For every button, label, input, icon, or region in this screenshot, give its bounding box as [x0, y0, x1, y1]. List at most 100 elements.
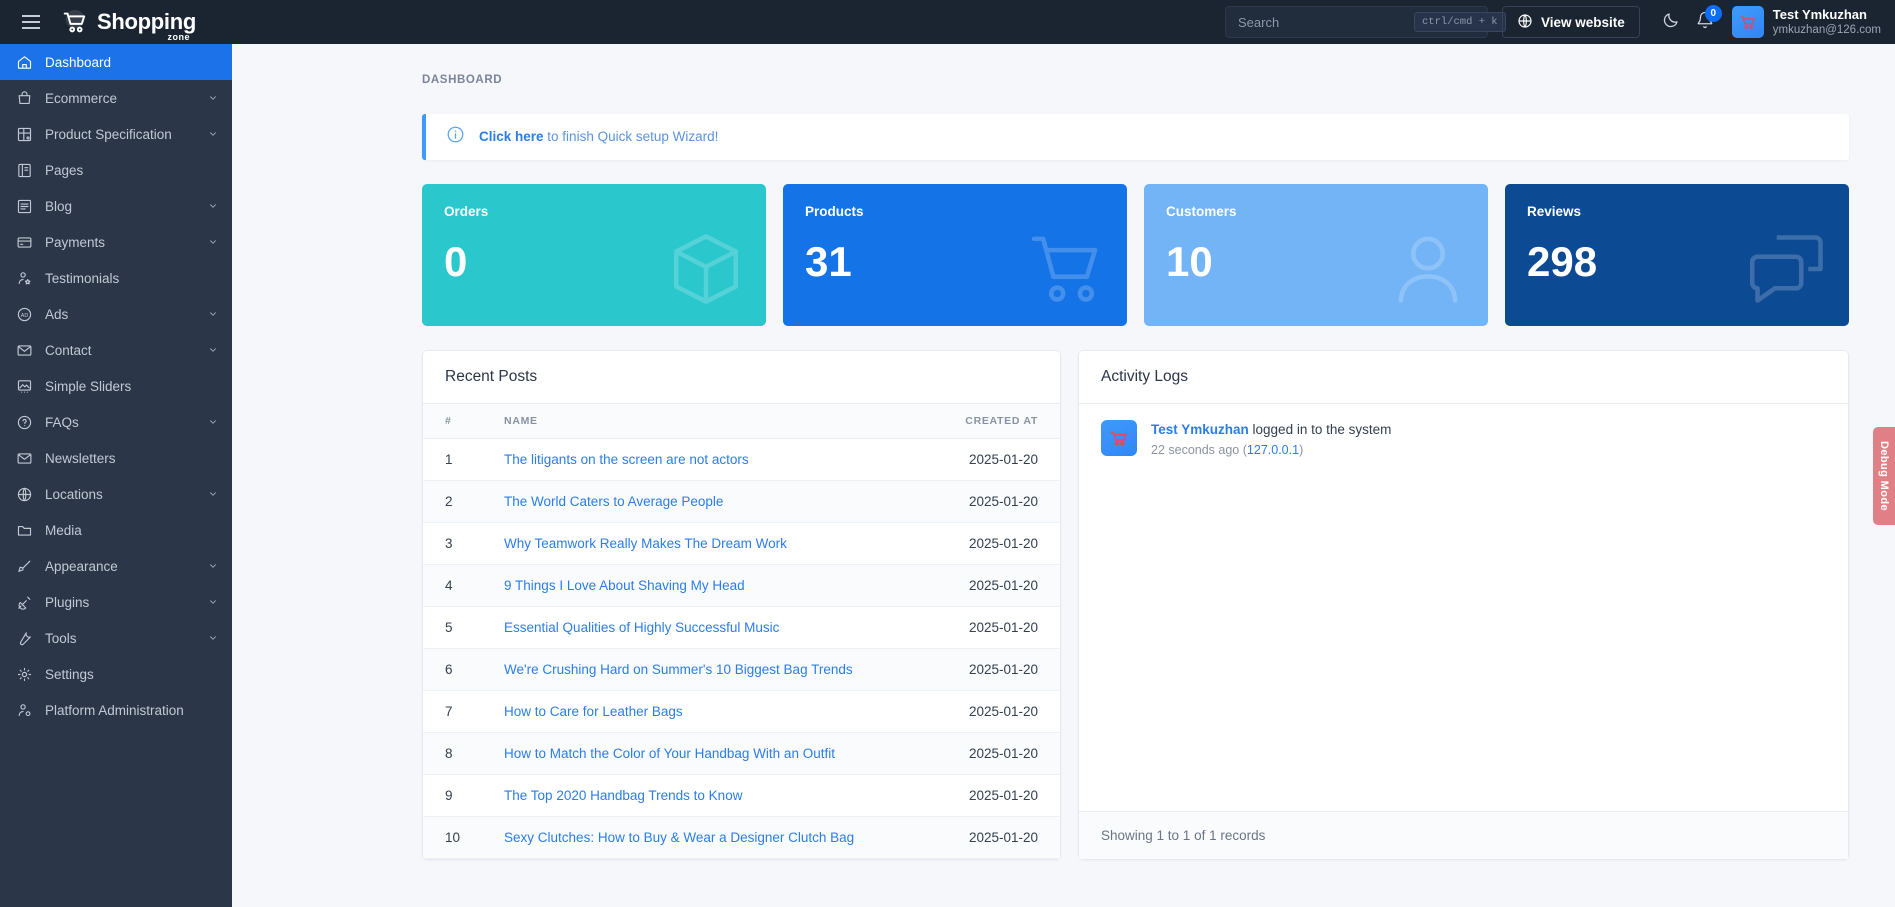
table-row: 1 The litigants on the screen are not act… — [423, 439, 1060, 481]
sidebar-item-locations[interactable]: Locations — [0, 476, 232, 512]
table-row: 7How to Care for Leather Bags2025-01-20 — [423, 691, 1060, 733]
sidebar-item-product-specification[interactable]: Product Specification — [0, 116, 232, 152]
stat-card-orders[interactable]: Orders0 — [422, 184, 766, 326]
search-box[interactable]: ctrl/cmd + k — [1225, 6, 1488, 38]
sidebar-item-pages[interactable]: Pages — [0, 152, 232, 188]
stat-title: Customers — [1166, 204, 1466, 219]
col-name: NAME — [482, 404, 928, 439]
post-number: 1 — [423, 439, 482, 481]
info-icon — [446, 125, 465, 149]
sidebar-item-faqs[interactable]: FAQs — [0, 404, 232, 440]
sidebar-item-ads[interactable]: ADAds — [0, 296, 232, 332]
globe-icon — [16, 486, 33, 503]
log-ip: 127.0.0.1 — [1247, 443, 1299, 457]
dark-mode-toggle[interactable] — [1654, 5, 1688, 39]
cart-logo-icon — [60, 7, 90, 37]
activity-log-item[interactable]: Test Ymkuzhan logged in to the system 22… — [1079, 404, 1848, 476]
log-avatar — [1101, 420, 1137, 456]
sidebar-item-label: Payments — [45, 235, 196, 250]
post-name-link[interactable]: We're Crushing Hard on Summer's 10 Bigge… — [504, 662, 853, 677]
table-header-row: # NAME CREATED AT — [423, 404, 1060, 439]
search-input[interactable] — [1238, 15, 1414, 30]
stat-cards: Orders0Products31Customers10Reviews298 — [422, 184, 1849, 326]
sidebar-item-media[interactable]: Media — [0, 512, 232, 548]
table-row: 10Sexy Clutches: How to Buy & Wear a Des… — [423, 817, 1060, 859]
sidebar-item-label: FAQs — [45, 415, 196, 430]
debug-mode-tab[interactable]: Debug Mode — [1873, 427, 1895, 525]
activity-logs-title: Activity Logs — [1079, 351, 1848, 404]
post-created-at: 2025-01-20 — [928, 775, 1060, 817]
user-icon — [1386, 227, 1470, 316]
post-name-link[interactable]: How to Care for Leather Bags — [504, 704, 683, 719]
post-name-link[interactable]: The litigants on the screen are not acto… — [504, 452, 749, 467]
envelope-icon — [16, 450, 33, 467]
brand-logo[interactable]: Shopping zone — [60, 7, 196, 37]
sidebar-item-label: Blog — [45, 199, 196, 214]
brush-icon — [16, 558, 33, 575]
post-name-link[interactable]: 9 Things I Love About Shaving My Head — [504, 578, 745, 593]
user-name: Test Ymkuzhan — [1773, 7, 1881, 23]
sidebar-item-ecommerce[interactable]: Ecommerce — [0, 80, 232, 116]
user-menu[interactable]: Test Ymkuzhan ymkuzhan@126.com — [1722, 6, 1895, 38]
chevron-down-icon — [208, 487, 218, 502]
table-row: 5 Essential Qualities of Highly Successfu… — [423, 607, 1060, 649]
envelope-icon — [16, 342, 33, 359]
sidebar-item-contact[interactable]: Contact — [0, 332, 232, 368]
quick-setup-link[interactable]: Click here — [479, 129, 544, 144]
sidebar-item-tools[interactable]: Tools — [0, 620, 232, 656]
sidebar-item-payments[interactable]: Payments — [0, 224, 232, 260]
moon-icon — [1662, 11, 1680, 34]
post-created-at: 2025-01-20 — [928, 565, 1060, 607]
sidebar-item-label: Simple Sliders — [45, 379, 218, 394]
cart-icon — [1025, 227, 1109, 316]
sidebar-item-label: Tools — [45, 631, 196, 646]
post-number: 8 — [423, 733, 482, 775]
sidebar-item-label: Plugins — [45, 595, 196, 610]
chevron-down-icon — [208, 127, 218, 142]
image-icon — [16, 378, 33, 395]
post-name-link[interactable]: The Top 2020 Handbag Trends to Know — [504, 788, 742, 803]
post-created-at: 2025-01-20 — [928, 481, 1060, 523]
question-circle-icon — [16, 414, 33, 431]
sidebar-item-testimonials[interactable]: Testimonials — [0, 260, 232, 296]
sidebar-item-dashboard[interactable]: Dashboard — [0, 44, 232, 80]
sidebar-item-simple-sliders[interactable]: Simple Sliders — [0, 368, 232, 404]
post-name-link[interactable]: How to Match the Color of Your Handbag W… — [504, 746, 835, 761]
sidebar-item-settings[interactable]: Settings — [0, 656, 232, 692]
post-number: 6 — [423, 649, 482, 691]
table-row: 8 How to Match the Color of Your Handbag … — [423, 733, 1060, 775]
list-icon — [16, 198, 33, 215]
sidebar: DashboardEcommerceProduct SpecificationP… — [0, 44, 232, 907]
sidebar-item-label: Appearance — [45, 559, 196, 574]
sidebar-item-platform-administration[interactable]: Platform Administration — [0, 692, 232, 728]
sidebar-item-newsletters[interactable]: Newsletters — [0, 440, 232, 476]
post-name-link[interactable]: Sexy Clutches: How to Buy & Wear a Desig… — [504, 830, 854, 845]
notifications-button[interactable]: 0 — [1688, 5, 1722, 39]
chevron-down-icon — [208, 415, 218, 430]
post-name-link[interactable]: Essential Qualities of Highly Successful… — [504, 620, 779, 635]
sidebar-item-appearance[interactable]: Appearance — [0, 548, 232, 584]
quick-setup-alert[interactable]: Click here to finish Quick setup Wizard! — [422, 114, 1849, 160]
log-user-link[interactable]: Test Ymkuzhan — [1151, 422, 1249, 437]
sidebar-item-blog[interactable]: Blog — [0, 188, 232, 224]
brand-name: Shopping — [97, 9, 196, 34]
stat-card-customers[interactable]: Customers10 — [1144, 184, 1488, 326]
post-number: 5 — [423, 607, 482, 649]
post-created-at: 2025-01-20 — [928, 607, 1060, 649]
quick-setup-text: to finish Quick setup Wizard! — [544, 129, 719, 144]
stat-card-products[interactable]: Products31 — [783, 184, 1127, 326]
sidebar-item-label: Settings — [45, 667, 218, 682]
brand-subtitle: zone — [168, 33, 191, 42]
menu-toggle-icon[interactable] — [10, 15, 52, 29]
stat-title: Reviews — [1527, 204, 1827, 219]
wrench-icon — [16, 630, 33, 647]
stat-card-reviews[interactable]: Reviews298 — [1505, 184, 1849, 326]
chevron-down-icon — [208, 343, 218, 358]
table-row: 2The World Caters to Average People2025-… — [423, 481, 1060, 523]
sidebar-item-plugins[interactable]: Plugins — [0, 584, 232, 620]
plug-icon — [16, 594, 33, 611]
post-name-link[interactable]: The World Caters to Average People — [504, 494, 723, 509]
home-icon — [16, 54, 33, 71]
view-website-button[interactable]: View website — [1502, 6, 1640, 38]
post-name-link[interactable]: Why Teamwork Really Makes The Dream Work — [504, 536, 787, 551]
